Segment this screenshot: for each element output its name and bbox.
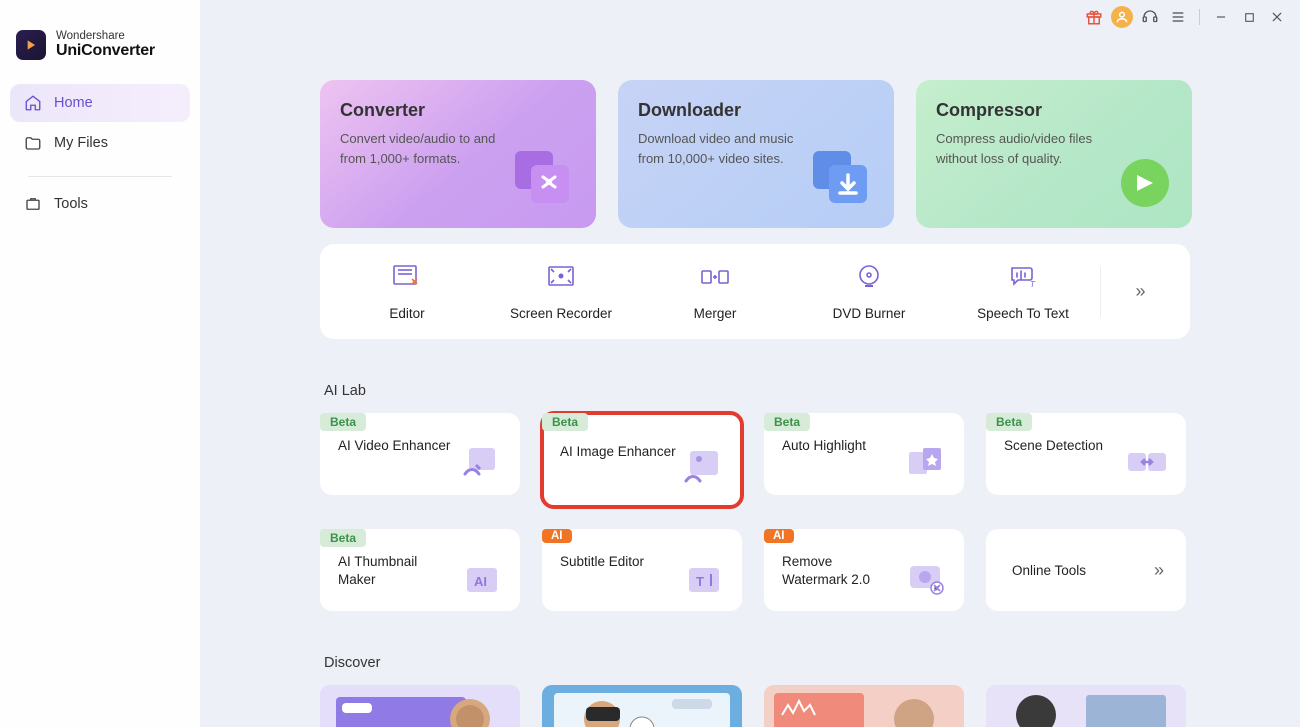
tool-merger-label: Merger	[694, 306, 737, 321]
ailab-title: AI Lab	[324, 383, 1300, 399]
account-icon[interactable]	[1111, 6, 1133, 28]
scene-detection-icon	[1122, 437, 1172, 487]
hero-converter-title: Converter	[340, 100, 576, 121]
svg-text:AI: AI	[474, 574, 487, 589]
card-ai-image-enhancer[interactable]: Beta AI Image Enhancer	[542, 413, 742, 507]
nav-home[interactable]: Home	[10, 84, 190, 122]
support-icon[interactable]	[1139, 6, 1161, 28]
tool-dvd-burner-label: DVD Burner	[833, 306, 906, 321]
downloader-illustration-icon	[798, 132, 888, 222]
hero-compressor-title: Compressor	[936, 100, 1172, 121]
discover-item-2[interactable]	[542, 685, 742, 727]
app-logo: Wondershare UniConverter	[0, 30, 200, 80]
ai-badge: AI	[542, 529, 572, 543]
subtitle-editor-icon: T	[678, 553, 728, 603]
card-title: Remove Watermark 2.0	[782, 553, 900, 589]
hero-downloader[interactable]: Downloader Download video and music from…	[618, 80, 894, 228]
compressor-illustration-icon	[1096, 132, 1186, 222]
card-ai-thumbnail-maker[interactable]: Beta AI Thumbnail Maker AI	[320, 529, 520, 611]
card-title: Auto Highlight	[782, 437, 866, 455]
tool-speech-to-text[interactable]: T Speech To Text	[946, 262, 1100, 321]
thumbnail-maker-icon: AI	[456, 553, 506, 603]
menu-icon[interactable]	[1167, 6, 1189, 28]
maximize-button[interactable]	[1238, 6, 1260, 28]
chevron-right-icon: »	[1154, 560, 1164, 581]
discover-item-3[interactable]	[764, 685, 964, 727]
beta-badge: Beta	[764, 413, 810, 431]
ai-badge: AI	[764, 529, 794, 543]
tool-strip: Editor Screen Recorder Merger DVD Burner…	[320, 244, 1190, 339]
nav-myfiles[interactable]: My Files	[10, 124, 190, 162]
tool-more-button[interactable]: »	[1100, 267, 1180, 317]
tool-editor[interactable]: Editor	[330, 262, 484, 321]
card-online-tools[interactable]: Online Tools »	[986, 529, 1186, 611]
card-auto-highlight[interactable]: Beta Auto Highlight	[764, 413, 964, 495]
video-enhancer-icon	[456, 437, 506, 487]
hero-compressor-desc: Compress audio/video files without loss …	[936, 129, 1111, 168]
chevron-right-icon: »	[1135, 281, 1145, 302]
beta-badge: Beta	[542, 413, 588, 431]
main-content: Converter Convert video/audio to and fro…	[200, 34, 1300, 727]
close-button[interactable]	[1266, 6, 1288, 28]
tool-merger[interactable]: Merger	[638, 262, 792, 321]
brand-big: UniConverter	[56, 42, 155, 60]
card-title: AI Image Enhancer	[560, 443, 676, 461]
discover-item-1[interactable]	[320, 685, 520, 727]
tool-speech-to-text-label: Speech To Text	[977, 306, 1069, 321]
hero-downloader-title: Downloader	[638, 100, 874, 121]
nav-tools-label: Tools	[54, 196, 88, 212]
nav-myfiles-label: My Files	[54, 135, 108, 151]
card-title: AI Thumbnail Maker	[338, 553, 456, 589]
card-title: Scene Detection	[1004, 437, 1103, 455]
nav-home-label: Home	[54, 95, 93, 111]
image-enhancer-icon	[678, 443, 728, 493]
card-remove-watermark[interactable]: AI Remove Watermark 2.0	[764, 529, 964, 611]
converter-illustration-icon	[500, 132, 590, 222]
brand-small: Wondershare	[56, 30, 155, 42]
online-tools-label: Online Tools	[1012, 563, 1086, 578]
hero-converter[interactable]: Converter Convert video/audio to and fro…	[320, 80, 596, 228]
sidebar: Wondershare UniConverter Home My Files T…	[0, 0, 200, 727]
card-scene-detection[interactable]: Beta Scene Detection	[986, 413, 1186, 495]
card-title: AI Video Enhancer	[338, 437, 450, 455]
hero-converter-desc: Convert video/audio to and from 1,000+ f…	[340, 129, 515, 168]
svg-text:T: T	[696, 574, 704, 589]
card-subtitle-editor[interactable]: AI Subtitle Editor T	[542, 529, 742, 611]
beta-badge: Beta	[320, 529, 366, 547]
svg-text:T: T	[1030, 280, 1036, 289]
card-ai-video-enhancer[interactable]: Beta AI Video Enhancer	[320, 413, 520, 495]
discover-item-4[interactable]	[986, 685, 1186, 727]
hero-downloader-desc: Download video and music from 10,000+ vi…	[638, 129, 813, 168]
tool-dvd-burner[interactable]: DVD Burner	[792, 262, 946, 321]
card-title: Subtitle Editor	[560, 553, 644, 571]
nav-tools[interactable]: Tools	[10, 185, 190, 223]
gift-icon[interactable]	[1083, 6, 1105, 28]
hero-compressor[interactable]: Compressor Compress audio/video files wi…	[916, 80, 1192, 228]
beta-badge: Beta	[320, 413, 366, 431]
remove-watermark-icon	[900, 553, 950, 603]
tool-screen-recorder[interactable]: Screen Recorder	[484, 262, 638, 321]
beta-badge: Beta	[986, 413, 1032, 431]
discover-title: Discover	[324, 655, 1300, 671]
minimize-button[interactable]	[1210, 6, 1232, 28]
tool-editor-label: Editor	[389, 306, 424, 321]
auto-highlight-icon	[900, 437, 950, 487]
tool-screen-recorder-label: Screen Recorder	[510, 306, 612, 321]
